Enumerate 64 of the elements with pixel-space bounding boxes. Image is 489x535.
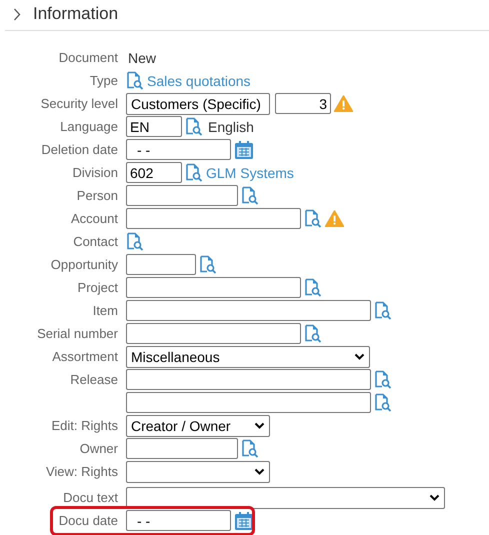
input-field[interactable]: [126, 185, 238, 206]
section-title: Information: [33, 4, 118, 24]
field-label: Security level: [40, 96, 118, 111]
warning-icon: [334, 95, 353, 112]
lookup-icon[interactable]: [304, 324, 322, 343]
lookup-icon[interactable]: [126, 71, 144, 90]
input-field[interactable]: [126, 323, 301, 344]
field-label: Type: [90, 73, 118, 88]
field-label: Language: [60, 119, 118, 134]
field-label: Contact: [73, 234, 118, 249]
field-label: Opportunity: [50, 257, 118, 272]
dropdown[interactable]: [126, 486, 445, 508]
chevron-down-icon: [254, 422, 265, 430]
field-label: Account: [71, 211, 118, 226]
field-label: Person: [76, 188, 118, 203]
lookup-icon[interactable]: [304, 209, 322, 228]
warning-icon: [325, 210, 344, 227]
date-field[interactable]: - -: [126, 139, 231, 160]
chevron-down-icon: [354, 352, 365, 360]
dropdown[interactable]: Miscellaneous: [126, 346, 370, 368]
lookup-icon[interactable]: [241, 186, 259, 205]
calendar-icon[interactable]: [234, 510, 254, 530]
input-field[interactable]: [126, 277, 301, 298]
lookup-icon[interactable]: [241, 439, 259, 458]
input-field[interactable]: [126, 254, 196, 275]
field-label: View: Rights: [46, 464, 118, 479]
lookup-icon[interactable]: [374, 393, 392, 412]
chevron-down-icon: [254, 468, 265, 476]
lookup-icon[interactable]: [199, 255, 217, 274]
chevron-down-icon: [429, 494, 440, 502]
calendar-icon[interactable]: [234, 140, 254, 160]
field-label: Assortment: [52, 349, 118, 364]
field-label: Docu text: [63, 490, 118, 505]
input-field[interactable]: [126, 208, 301, 229]
field-label: Serial number: [37, 326, 118, 341]
field-label: Division: [72, 165, 118, 180]
chevron-right-icon[interactable]: [13, 8, 21, 20]
lookup-icon[interactable]: [374, 370, 392, 389]
field-label: Release: [70, 372, 118, 387]
value-text: English: [208, 118, 254, 134]
field-label: Project: [78, 280, 118, 295]
dropdown[interactable]: Creator / Owner: [126, 414, 270, 436]
input-field[interactable]: [126, 369, 371, 390]
lookup-icon[interactable]: [185, 117, 203, 136]
input-field[interactable]: [126, 300, 371, 321]
input-field[interactable]: [126, 392, 371, 413]
lookup-icon[interactable]: [126, 232, 144, 251]
lookup-icon[interactable]: [374, 301, 392, 320]
dropdown[interactable]: [126, 460, 270, 482]
field-label: Docu date: [58, 513, 118, 528]
input-field[interactable]: [126, 438, 238, 459]
field-label: Document: [58, 50, 118, 65]
field-label: Edit: Rights: [52, 418, 118, 433]
field-label: Item: [92, 303, 118, 318]
field-label: Owner: [80, 441, 118, 456]
value-text: New: [128, 50, 156, 66]
lookup-icon[interactable]: [304, 278, 322, 297]
input-field[interactable]: EN: [126, 116, 182, 137]
field-label: Deletion date: [41, 142, 118, 157]
dropdown[interactable]: Customers (Specific): [126, 92, 270, 114]
input-field[interactable]: 3: [275, 93, 331, 114]
lookup-icon[interactable]: [185, 163, 203, 182]
date-field[interactable]: - -: [126, 510, 231, 531]
input-field[interactable]: 602: [126, 162, 182, 183]
